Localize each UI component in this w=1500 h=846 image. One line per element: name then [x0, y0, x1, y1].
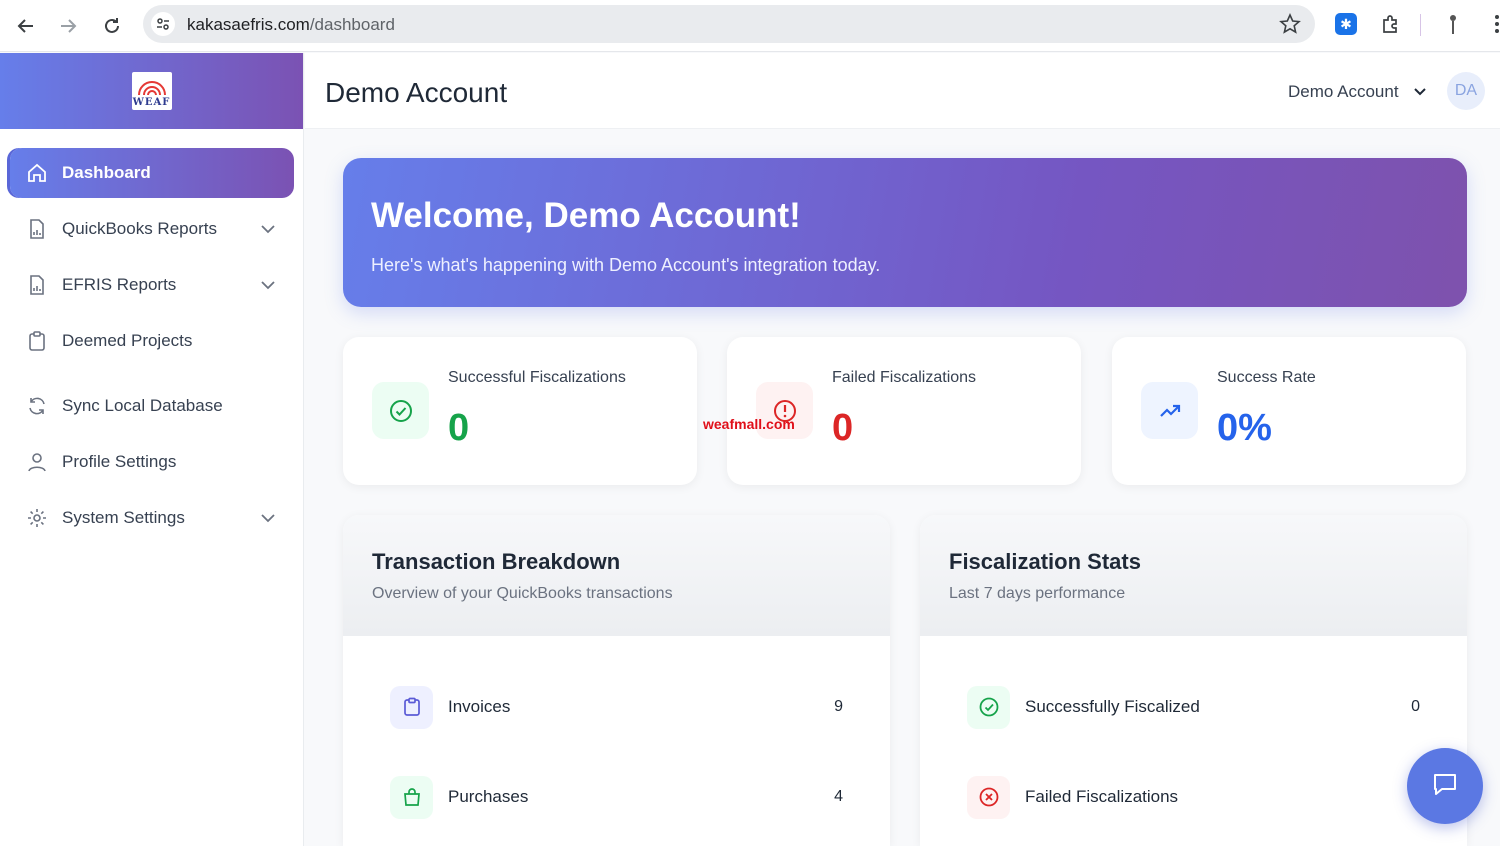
- weaf-logo[interactable]: WEAF: [131, 72, 172, 110]
- row-label: Purchases: [448, 787, 529, 806]
- check-circle-icon: [372, 382, 429, 439]
- url-host: kakasaefris.com: [187, 15, 310, 34]
- fiscalization-stats-panel: Fiscalization Stats Last 7 days performa…: [920, 515, 1467, 846]
- clipboard-icon: [26, 330, 48, 352]
- chevron-down-icon[interactable]: [258, 219, 278, 239]
- list-item: Successfully Fiscalized 0: [967, 685, 1420, 729]
- user-name: Demo Account: [1288, 82, 1399, 101]
- sidebar-item-quickbooks-reports[interactable]: QuickBooks Reports: [10, 204, 294, 254]
- welcome-subtext: Here's what's happening with Demo Accoun…: [371, 255, 881, 275]
- welcome-banner: Welcome, Demo Account! Here's what's hap…: [343, 158, 1467, 307]
- row-label: Invoices: [448, 697, 511, 716]
- sidebar-item-deemed-projects[interactable]: Deemed Projects: [10, 316, 294, 366]
- stat-value: 0%: [1217, 407, 1272, 449]
- panel-header: Transaction Breakdown Overview of your Q…: [343, 515, 890, 636]
- extension-icon[interactable]: ✱: [1335, 13, 1357, 35]
- sidebar-item-sync-local-database[interactable]: Sync Local Database: [10, 381, 294, 431]
- sidebar-item-label: Dashboard: [62, 163, 151, 182]
- panel-subtitle: Last 7 days performance: [949, 585, 1126, 602]
- sidebar-item-dashboard[interactable]: Dashboard: [10, 148, 294, 198]
- stat-value: 0: [832, 407, 854, 449]
- report-icon: [26, 218, 48, 240]
- clipboard-icon: [390, 685, 433, 729]
- row-label: Failed Fiscalizations: [1025, 787, 1179, 806]
- sidebar-item-efris-reports[interactable]: EFRIS Reports: [10, 260, 294, 310]
- sidebar-item-label: Sync Local Database: [62, 396, 223, 415]
- sidebar-item-system-settings[interactable]: System Settings: [10, 493, 294, 543]
- url-path: /dashboard: [309, 15, 395, 34]
- row-value: 9: [834, 698, 843, 715]
- chevron-down-icon[interactable]: [1411, 83, 1429, 101]
- user-menu-dropdown[interactable]: Demo Account: [1288, 82, 1429, 102]
- check-circle-icon: [967, 685, 1010, 729]
- browser-menu-icon[interactable]: [1485, 12, 1500, 36]
- profile-icon[interactable]: [1441, 12, 1465, 36]
- list-item: Invoices 9: [390, 685, 843, 729]
- transaction-breakdown-panel: Transaction Breakdown Overview of your Q…: [343, 515, 890, 846]
- chat-button[interactable]: [1407, 748, 1483, 824]
- page-title: Demo Account: [325, 77, 508, 108]
- url-text: kakasaefris.com/dashboard: [187, 15, 395, 35]
- x-circle-icon: [967, 775, 1010, 819]
- watermark-text: weafmall.com: [703, 416, 795, 432]
- chevron-down-icon[interactable]: [258, 275, 278, 295]
- browser-toolbar: kakasaefris.com/dashboard ✱: [0, 0, 1500, 52]
- shopping-bag-icon: [390, 775, 433, 819]
- stat-card-success-rate: Success Rate 0%: [1112, 337, 1466, 485]
- panel-title: Fiscalization Stats: [949, 549, 1141, 574]
- sidebar: WEAF Dashboard QuickBooks Reports EFRIS …: [0, 53, 304, 846]
- sidebar-menu: Dashboard QuickBooks Reports EFRIS Repor…: [0, 148, 304, 549]
- stat-label: Failed Fiscalizations: [832, 369, 977, 386]
- chat-bubble-icon: [1430, 769, 1460, 804]
- welcome-heading: Welcome, Demo Account!: [371, 196, 801, 235]
- home-icon: [26, 162, 48, 184]
- extensions-puzzle-icon[interactable]: [1379, 12, 1403, 36]
- page-header: Demo Account Demo Account DA: [305, 53, 1500, 129]
- panel-subtitle: Overview of your QuickBooks transactions: [372, 585, 673, 602]
- panel-header: Fiscalization Stats Last 7 days performa…: [920, 515, 1467, 636]
- sidebar-item-label: Profile Settings: [62, 452, 177, 471]
- user-icon: [26, 451, 48, 473]
- stat-card-successful: Successful Fiscalizations 0: [343, 337, 697, 485]
- avatar[interactable]: DA: [1447, 72, 1485, 110]
- row-value: 4: [834, 788, 843, 805]
- stat-label: Success Rate: [1217, 369, 1316, 386]
- logo-text: WEAF: [132, 97, 171, 108]
- sidebar-item-profile-settings[interactable]: Profile Settings: [10, 437, 294, 487]
- chevron-down-icon[interactable]: [258, 508, 278, 528]
- row-label: Successfully Fiscalized: [1025, 697, 1200, 716]
- forward-arrow-icon[interactable]: [50, 8, 86, 44]
- row-value: 0: [1411, 698, 1420, 715]
- stat-label: Successful Fiscalizations: [448, 369, 626, 386]
- sync-icon: [26, 395, 48, 417]
- sidebar-item-label: System Settings: [62, 508, 185, 527]
- address-bar[interactable]: kakasaefris.com/dashboard: [143, 5, 1315, 43]
- sidebar-brand: WEAF: [0, 53, 303, 129]
- list-item: Failed Fiscalizations: [967, 775, 1420, 819]
- trending-up-icon: [1141, 382, 1198, 439]
- list-item: Purchases 4: [390, 775, 843, 819]
- back-arrow-icon[interactable]: [8, 8, 44, 44]
- sidebar-item-label: QuickBooks Reports: [62, 219, 217, 238]
- toolbar-divider: [1420, 14, 1421, 36]
- panel-title: Transaction Breakdown: [372, 549, 621, 574]
- gear-icon: [26, 507, 48, 529]
- reload-icon[interactable]: [94, 8, 130, 44]
- bookmark-star-icon[interactable]: [1279, 13, 1301, 35]
- site-settings-icon[interactable]: [151, 12, 175, 36]
- sidebar-item-label: Deemed Projects: [62, 331, 193, 350]
- report-icon: [26, 274, 48, 296]
- stat-card-failed: Failed Fiscalizations 0: [727, 337, 1081, 485]
- sidebar-item-label: EFRIS Reports: [62, 275, 177, 294]
- stat-value: 0: [448, 407, 470, 449]
